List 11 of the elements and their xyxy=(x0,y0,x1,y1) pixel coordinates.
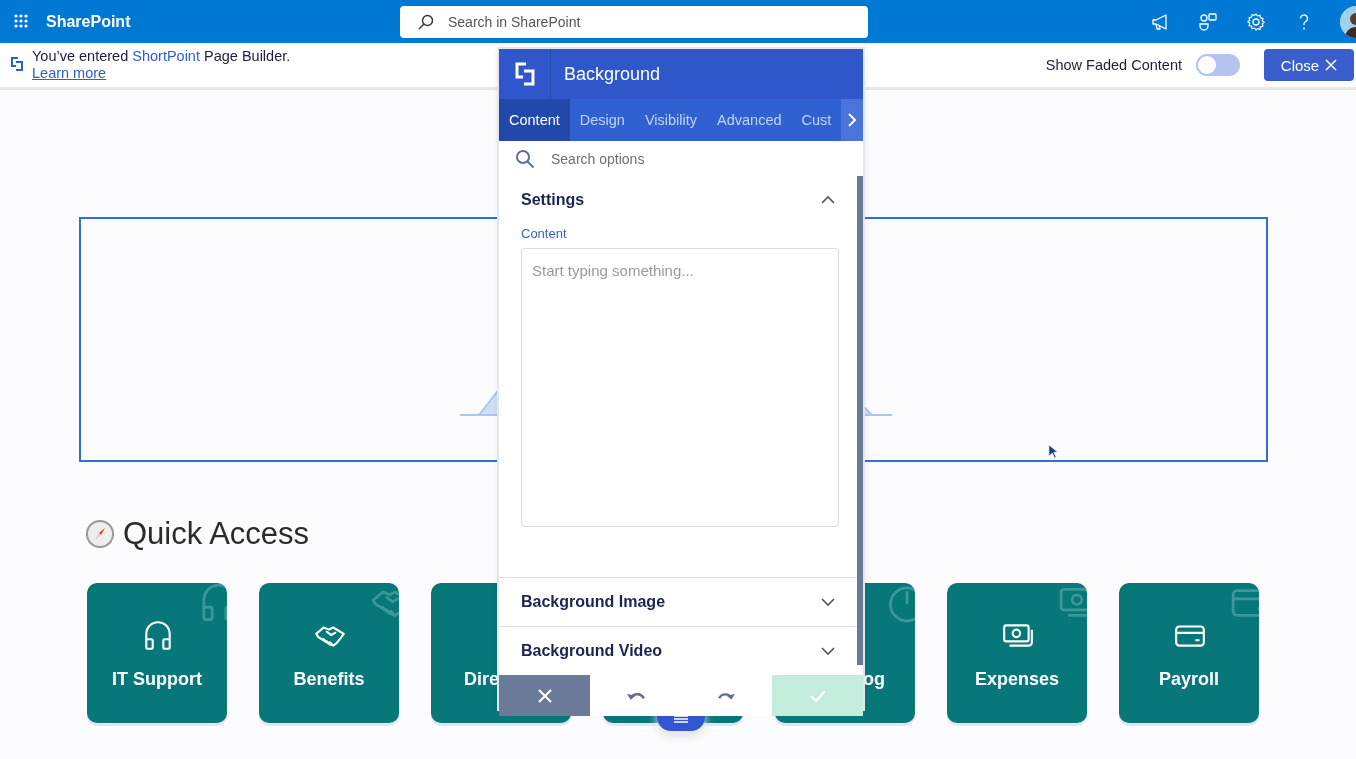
toggle-label: Show Faded Content xyxy=(1045,57,1182,73)
tile-label: og xyxy=(862,669,886,690)
section-title: Quick Access xyxy=(123,516,310,552)
tile-label: Benefits xyxy=(292,669,366,690)
tile-label: Dire xyxy=(463,669,500,690)
builder-notice: You’ve entered ShortPoint Page Builder. xyxy=(32,48,291,65)
tile-label: IT Support xyxy=(111,669,203,690)
field-label: Content xyxy=(520,225,568,243)
panel-title: Background xyxy=(564,63,661,85)
tile-label: Payroll xyxy=(1158,669,1220,690)
tile-label: Expenses xyxy=(973,669,1061,690)
